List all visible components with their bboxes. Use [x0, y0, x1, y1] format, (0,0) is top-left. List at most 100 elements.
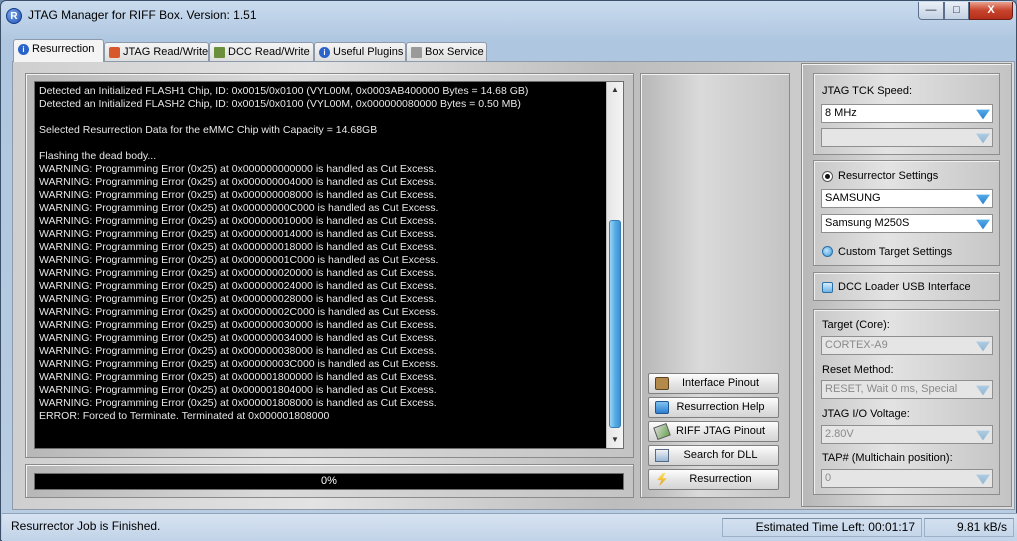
tab-label: JTAG Read/Write — [123, 46, 209, 58]
io-voltage-select: 2.80V — [821, 425, 993, 444]
dcc-loader-checkbox[interactable] — [822, 282, 833, 293]
dcc-loader-label: DCC Loader USB Interface — [838, 281, 971, 293]
log-line: WARNING: Programming Error (0x25) at 0x0… — [39, 371, 437, 383]
search-dll-icon — [655, 449, 669, 462]
tck-secondary-select — [821, 128, 993, 147]
window-title: JTAG Manager for RIFF Box. Version: 1.51 — [28, 8, 257, 22]
tab-label: Resurrection — [32, 43, 95, 55]
resurrector-settings-radio[interactable] — [822, 171, 833, 182]
log-line: WARNING: Programming Error (0x25) at 0x0… — [39, 332, 437, 344]
dropdown-arrow-icon — [976, 219, 990, 230]
dropdown-arrow-icon — [976, 109, 990, 120]
app-window: R JTAG Manager for RIFF Box. Version: 1.… — [0, 0, 1017, 541]
custom-target-radio[interactable] — [822, 246, 833, 257]
dropdown-arrow-icon — [976, 430, 990, 441]
riff-jtag-pinout-button[interactable]: RIFF JTAG Pinout — [648, 421, 779, 442]
title-bar[interactable]: R JTAG Manager for RIFF Box. Version: 1.… — [1, 1, 1016, 31]
resurrection-button[interactable]: Resurrection — [648, 469, 779, 490]
scroll-up-arrow-icon[interactable]: ▲ — [607, 82, 623, 98]
dropdown-arrow-icon — [976, 474, 990, 485]
log-line: WARNING: Programming Error (0x25) at 0x0… — [39, 384, 437, 396]
target-core-value: CORTEX-A9 — [825, 339, 888, 351]
log-line: Detected an Initialized FLASH1 Chip, ID:… — [39, 85, 529, 97]
search-dll-button[interactable]: Search for DLL — [648, 445, 779, 466]
model-select[interactable]: Samsung M250S — [821, 214, 993, 233]
custom-target-label: Custom Target Settings — [838, 246, 953, 258]
tap-position-value: 0 — [825, 472, 832, 484]
manufacturer-select[interactable]: SAMSUNG — [821, 189, 993, 208]
tab-box-service[interactable]: Box Service — [406, 42, 487, 62]
log-output[interactable]: Detected an Initialized FLASH1 Chip, ID:… — [34, 81, 624, 449]
transfer-speed: 9.81 kB/s — [924, 518, 1014, 537]
cable-icon — [653, 422, 671, 441]
dropdown-arrow-icon — [976, 341, 990, 352]
log-line: WARNING: Programming Error (0x25) at 0x0… — [39, 163, 437, 175]
status-bar: Resurrector Job is Finished. Estimated T… — [2, 513, 1017, 541]
model-value: Samsung M250S — [825, 217, 910, 229]
tck-speed-label: JTAG TCK Speed: — [822, 85, 913, 97]
button-label: RIFF JTAG Pinout — [675, 425, 766, 437]
tab-dcc-read-write[interactable]: DCC Read/Write — [209, 42, 314, 62]
manufacturer-value: SAMSUNG — [825, 192, 881, 204]
target-config-group: Target (Core): CORTEX-A9 Reset Method: R… — [813, 309, 1000, 495]
target-core-select: CORTEX-A9 — [821, 336, 993, 355]
tab-useful-plugins[interactable]: i Useful Plugins — [314, 42, 406, 62]
resurrection-help-button[interactable]: Resurrection Help — [648, 397, 779, 418]
interface-pinout-button[interactable]: Interface Pinout — [648, 373, 779, 394]
target-core-label: Target (Core): — [822, 319, 890, 331]
help-book-icon — [655, 401, 669, 414]
button-label: Resurrection — [689, 473, 752, 485]
tab-label: DCC Read/Write — [228, 46, 310, 58]
log-line: WARNING: Programming Error (0x25) at 0x0… — [39, 228, 437, 240]
dcc-loader-group: DCC Loader USB Interface — [813, 272, 1000, 301]
log-scrollbar[interactable]: ▲ ▼ — [606, 82, 623, 448]
dropdown-arrow-icon — [976, 194, 990, 205]
log-line: WARNING: Programming Error (0x25) at 0x0… — [39, 358, 439, 370]
tap-position-select: 0 — [821, 469, 993, 488]
log-line: WARNING: Programming Error (0x25) at 0x0… — [39, 267, 437, 279]
log-line: WARNING: Programming Error (0x25) at 0x0… — [39, 189, 437, 201]
status-message: Resurrector Job is Finished. — [11, 519, 161, 533]
log-line: ERROR: Forced to Terminate. Terminated a… — [39, 410, 330, 422]
tap-position-label: TAP# (Multichain position): — [822, 452, 953, 464]
log-line: WARNING: Programming Error (0x25) at 0x0… — [39, 254, 439, 266]
log-line: WARNING: Programming Error (0x25) at 0x0… — [39, 176, 437, 188]
info-icon: i — [18, 44, 29, 55]
tab-resurrection[interactable]: i Resurrection — [13, 39, 104, 62]
maximize-button[interactable]: □ — [944, 2, 969, 20]
io-voltage-label: JTAG I/O Voltage: — [822, 408, 910, 420]
tab-label: Box Service — [425, 46, 484, 58]
progress-bar: 0% — [34, 473, 624, 490]
button-label: Search for DLL — [683, 449, 758, 461]
info-icon: i — [319, 47, 330, 58]
button-label: Resurrection Help — [676, 401, 765, 413]
chip-icon — [655, 377, 669, 390]
scroll-down-arrow-icon[interactable]: ▼ — [607, 432, 623, 448]
reset-method-select: RESET, Wait 0 ms, Special — [821, 380, 993, 399]
log-line: WARNING: Programming Error (0x25) at 0x0… — [39, 202, 439, 214]
minimize-button[interactable]: — — [918, 2, 944, 20]
dropdown-arrow-icon — [976, 133, 990, 144]
log-line: WARNING: Programming Error (0x25) at 0x0… — [39, 241, 437, 253]
scroll-thumb[interactable] — [609, 220, 621, 428]
log-line: Selected Resurrection Data for the eMMC … — [39, 124, 378, 136]
printer-icon — [411, 47, 422, 58]
estimated-time-left: Estimated Time Left: 00:01:17 — [722, 518, 922, 537]
log-line: WARNING: Programming Error (0x25) at 0x0… — [39, 293, 437, 305]
tck-speed-select[interactable]: 8 MHz — [821, 104, 993, 123]
resurrector-settings-group: Resurrector Settings SAMSUNG Samsung M25… — [813, 160, 1000, 266]
resurrector-settings-label: Resurrector Settings — [838, 170, 939, 182]
log-line: Detected an Initialized FLASH2 Chip, ID:… — [39, 98, 521, 110]
chip-icon — [109, 47, 120, 58]
dropdown-arrow-icon — [976, 385, 990, 396]
log-line: WARNING: Programming Error (0x25) at 0x0… — [39, 319, 437, 331]
close-button[interactable]: X — [969, 2, 1013, 20]
log-line: WARNING: Programming Error (0x25) at 0x0… — [39, 215, 437, 227]
tab-jtag-read-write[interactable]: JTAG Read/Write — [104, 42, 209, 62]
tck-speed-group: JTAG TCK Speed: 8 MHz — [813, 73, 1000, 155]
log-line: WARNING: Programming Error (0x25) at 0x0… — [39, 397, 437, 409]
tck-speed-value: 8 MHz — [825, 107, 857, 119]
riff-app-icon[interactable]: R — [6, 8, 22, 24]
